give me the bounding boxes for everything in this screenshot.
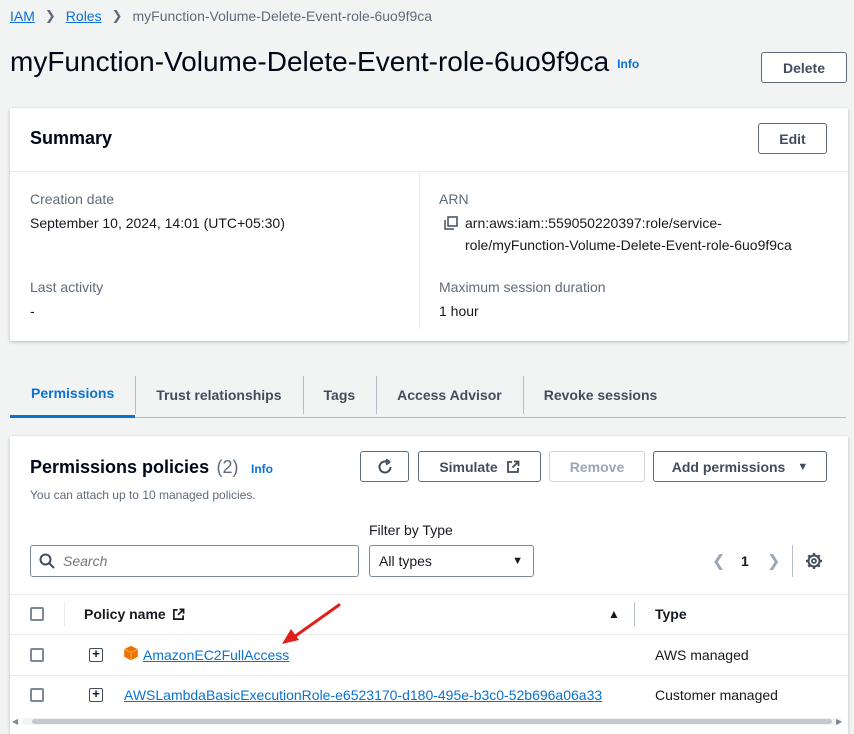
refresh-button[interactable] (360, 451, 409, 482)
previous-page-icon[interactable]: ❮ (712, 551, 725, 571)
page-number[interactable]: 1 (741, 553, 749, 569)
select-all-checkbox[interactable] (30, 607, 44, 621)
column-header-type[interactable]: Type (655, 606, 687, 622)
row-divider (10, 675, 848, 676)
policies-subtitle: You can attach up to 10 managed policies… (30, 488, 256, 502)
edit-button[interactable]: Edit (758, 123, 827, 154)
delete-button[interactable]: Delete (761, 52, 847, 83)
tab-bar: Permissions Trust relationships Tags Acc… (10, 372, 846, 418)
simulate-label: Simulate (439, 458, 498, 475)
summary-title: Summary (30, 128, 113, 148)
search-input[interactable] (63, 553, 343, 569)
caret-down-icon: ▼ (512, 555, 523, 567)
policy-link[interactable]: AmazonEC2FullAccess (143, 647, 289, 663)
info-link[interactable]: Info (617, 57, 639, 71)
tab-trust-relationships[interactable]: Trust relationships (135, 372, 302, 418)
scroll-right-icon[interactable]: ▶ (836, 717, 842, 726)
copy-icon[interactable] (444, 216, 458, 235)
page-title-row: myFunction-Volume-Delete-Event-role-6uo9… (10, 46, 639, 78)
policy-name-header-label: Policy name (84, 606, 166, 622)
next-page-icon[interactable]: ❯ (767, 551, 780, 571)
tab-revoke-sessions[interactable]: Revoke sessions (522, 372, 679, 418)
tab-tags[interactable]: Tags (302, 372, 377, 418)
filter-type-select[interactable]: All types ▼ (369, 545, 534, 577)
policy-type: AWS managed (655, 647, 749, 663)
max-session-label: Maximum session duration (439, 279, 606, 295)
scrollbar-thumb[interactable] (32, 719, 832, 724)
last-activity-label: Last activity (30, 279, 104, 295)
column-divider (419, 172, 420, 329)
horizontal-scrollbar[interactable] (22, 718, 842, 725)
column-header-policy-name[interactable]: Policy name (84, 606, 185, 622)
page-title: myFunction-Volume-Delete-Event-role-6uo9… (10, 46, 610, 77)
arn-label: ARN (439, 191, 469, 207)
breadcrumb: IAM ❯ Roles ❯ myFunction-Volume-Delete-E… (10, 8, 432, 24)
search-field (30, 545, 359, 577)
tab-permissions[interactable]: Permissions (10, 372, 136, 418)
summary-card: Summary Edit Creation date September 10,… (10, 108, 848, 341)
annotation-arrow (282, 603, 341, 644)
external-link-icon (506, 460, 520, 473)
refresh-icon (378, 458, 392, 473)
remove-button[interactable]: Remove (549, 451, 645, 482)
chevron-right-icon: ❯ (111, 8, 123, 23)
creation-date-label: Creation date (30, 191, 115, 207)
max-session-value: 1 hour (439, 303, 479, 319)
filter-type-value: All types (379, 553, 432, 569)
add-permissions-button[interactable]: Add permissions ▼ (653, 451, 827, 482)
external-link-icon (172, 608, 185, 620)
breadcrumb-current: myFunction-Volume-Delete-Event-role-6uo9… (132, 8, 433, 24)
last-activity-value: - (30, 303, 35, 319)
policies-title: Permissions policies (30, 457, 210, 477)
caret-down-icon: ▼ (797, 460, 809, 473)
aws-managed-policy-icon (123, 645, 139, 666)
column-separator (64, 602, 65, 626)
search-icon (39, 553, 55, 569)
pagination-divider (792, 545, 793, 577)
policies-info-link[interactable]: Info (251, 462, 273, 476)
row-checkbox[interactable] (30, 688, 44, 702)
policy-link[interactable]: AWSLambdaBasicExecutionRole-e6523170-d18… (124, 687, 602, 703)
policy-type: Customer managed (655, 687, 778, 703)
policies-count: (2) (216, 457, 239, 477)
arn-value-line2: role/myFunction-Volume-Delete-Event-role… (465, 237, 792, 253)
expand-row-icon[interactable]: + (89, 647, 103, 662)
breadcrumb-iam-link[interactable]: IAM (10, 8, 35, 24)
sort-ascending-icon[interactable]: ▲ (608, 607, 620, 621)
settings-gear-icon[interactable] (805, 552, 823, 575)
filter-label: Filter by Type (369, 522, 453, 538)
summary-header (10, 108, 848, 172)
breadcrumb-roles-link[interactable]: Roles (66, 8, 102, 24)
expand-row-icon[interactable]: + (89, 687, 103, 702)
chevron-right-icon: ❯ (44, 8, 56, 23)
creation-date-value: September 10, 2024, 14:01 (UTC+05:30) (30, 215, 285, 231)
add-permissions-label: Add permissions (671, 458, 786, 475)
policies-header: Permissions policies (2) Info (30, 457, 273, 478)
row-checkbox[interactable] (30, 648, 44, 662)
simulate-button[interactable]: Simulate (418, 451, 541, 482)
tab-access-advisor[interactable]: Access Advisor (376, 372, 523, 418)
arn-value-line1: arn:aws:iam::559050220397:role/service- (465, 215, 722, 231)
column-resizer[interactable] (634, 602, 635, 626)
scroll-left-icon[interactable]: ◀ (12, 717, 18, 726)
